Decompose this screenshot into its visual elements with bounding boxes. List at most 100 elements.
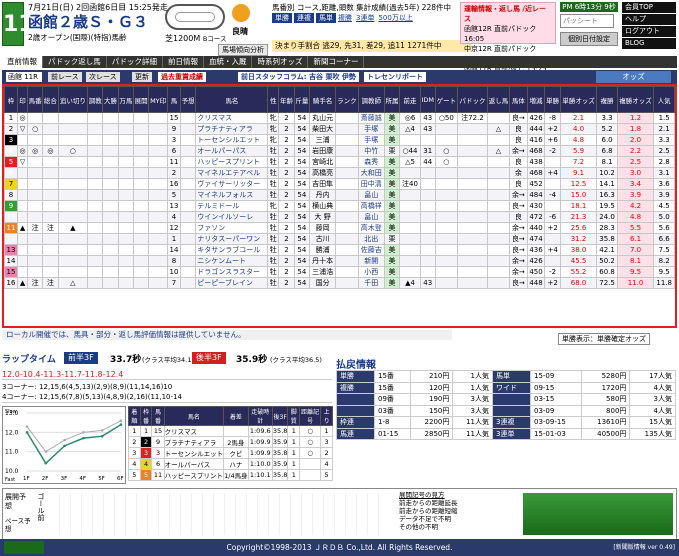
cell <box>419 233 436 245</box>
horse-name[interactable]: プラチナティアラ <box>195 123 269 135</box>
table-row[interactable]: 13 14 キタサンラブコール牡 2 54 勝浦 佐藤吉美良→ 436 +4 38.0 42.1 7.… <box>3 244 675 256</box>
horse-name[interactable]: ドラゴンスラスター <box>195 266 269 278</box>
refresh-button[interactable]: 更新 <box>132 72 152 82</box>
course-tag: Bコース <box>202 35 227 43</box>
series-point <box>82 436 85 440</box>
cell: 良→ <box>509 112 528 124</box>
prev-race-button[interactable]: 前レース <box>48 72 82 82</box>
col-header: 調教 <box>87 86 104 113</box>
side-menu: 会員TOP ヘルプ ログアウト BLOG <box>622 2 676 50</box>
horse-name[interactable]: トーセンシルエット <box>195 134 269 146</box>
cell <box>148 167 168 179</box>
menu-member-top[interactable]: 会員TOP <box>622 2 676 13</box>
table-row[interactable]: 15 10 ドラゴンスラスター牡 2 54 三浦浩 小西美余→ 450 -2 55.2 60.8 9.… <box>3 266 675 278</box>
tab-bloodline[interactable]: 血統・入厩 <box>204 56 253 68</box>
tag-tansho[interactable]: 単勝 <box>272 13 292 23</box>
table-row[interactable]: 2 ▽ ○ 9 プラチナティアラ牝 2 54 柴田大 手塚美 △4 43 △ 良 444 +2 4.0 5.2 1… <box>3 123 675 135</box>
table-row[interactable]: 9 13 テルミドール牝 2 54 横山典 高橋祥美 良→ 430 18.1 19.5 4.2 4.5 <box>3 200 675 212</box>
payout-row: 馬連 01-15 2850円 11人気 3連単 15-01-03 40500円 135人気 <box>336 427 676 440</box>
cell: ○ <box>434 145 459 157</box>
horse-name[interactable]: ファソン <box>195 222 269 234</box>
tab-paddock-detail[interactable]: パドック詳細 <box>107 56 163 68</box>
menu-blog[interactable]: BLOG <box>622 38 676 49</box>
table-row[interactable]: 4 ◎ ◎ ◎ ○ 6 オールパーパス牡 2 54 岩田康 中竹栗 ○44 31 ○ △ 余→ 468 -2 5.9… <box>3 145 675 157</box>
col-header: 単勝オッズ <box>559 86 598 113</box>
cell <box>434 255 459 267</box>
horse-name[interactable]: ニシケンムート <box>195 255 269 267</box>
horse-name[interactable]: オールパーパス <box>195 145 269 157</box>
live-info-title[interactable]: 運輸情報・返し馬 /近レース <box>464 4 552 24</box>
horse-name[interactable]: テルミドール <box>195 200 269 212</box>
tab-chokuzen[interactable]: 直前情報 <box>2 56 43 68</box>
staff-column-link[interactable]: 前日スタッフコラム: 吉谷 栗吹 伊勢 <box>238 72 359 82</box>
tag-umatan[interactable]: 馬単 <box>316 13 336 23</box>
cell <box>148 200 168 212</box>
menu-help[interactable]: ヘルプ <box>622 14 676 25</box>
date-setting-button[interactable]: 個別日付設定 <box>560 32 618 46</box>
live-info-line[interactable]: 函館12R 直前パドック 16:05 <box>464 24 552 44</box>
horse-name[interactable]: クリスマス <box>195 112 269 124</box>
cell: 美 <box>383 255 401 267</box>
table-row[interactable]: 11 ▲ 注注 ▲ 12 ファソン牡 2 54 藤岡 高木登美余→ 440 +2 25.6 28.3 5.5… <box>3 222 675 234</box>
tag-renpuku[interactable]: 連複 <box>294 13 314 23</box>
tag-fukusho[interactable]: 複勝 <box>338 13 352 23</box>
cell <box>335 222 359 234</box>
tab-newspaper[interactable]: 新聞コーナー <box>308 56 365 68</box>
cell <box>132 244 150 256</box>
cell <box>26 255 44 267</box>
results-cell: ○ <box>299 436 322 448</box>
version-text: [新聞版情報 ver 0.49] <box>613 544 675 551</box>
tab-time-odds[interactable]: 時系列オッズ <box>252 56 309 68</box>
cell: 13 <box>166 200 182 212</box>
horse-name[interactable]: マイネルフォルス <box>195 189 269 201</box>
tracen-report-link[interactable]: トレセンリポート <box>364 72 426 82</box>
table-row[interactable]: 12 1 ナリタスーパーワン牡 2 54 古川 北出栗 良→ 474 31.2 35.8 6.1 6.6 <box>3 233 675 245</box>
cell <box>17 167 28 179</box>
table-row[interactable]: 8 5 マイネルフォルス牡 2 54 丹内 畠山美余→ 484 -4 15.0 16.3 3.9 3.9 <box>3 189 675 201</box>
lap-chart: 13.0 12.0 11.0 10.0 Slow Fast 1F 2F 3F 4F 5F 6F <box>2 406 126 484</box>
horse-name[interactable]: ピーピーブレイン <box>195 277 269 289</box>
payout-cell: 11人気 <box>452 416 493 429</box>
horse-name[interactable]: ウインイルソーレ <box>195 211 269 223</box>
tab-paddock-return[interactable]: パドック返し馬 <box>43 56 107 68</box>
cell: -2 <box>544 145 561 157</box>
cell <box>148 189 168 201</box>
tab-previous-day[interactable]: 前日情報 <box>163 56 204 68</box>
cell <box>42 123 59 135</box>
cell: 468 <box>526 167 546 179</box>
table-row[interactable]: 6 2 マイネルエテアベル牡 2 54 高橋亮 大和田美余 468 +4 9.1 10.2 3.0 3.… <box>3 167 675 179</box>
tag-sanrentan[interactable]: 3連単 <box>356 13 374 23</box>
table-row[interactable]: 3 3 トーセンシルエット牝 2 54 三浦 手塚美 良 416 +6 4.8 6.0 2.0 3.3 <box>3 134 675 146</box>
cell <box>117 244 134 256</box>
next-race-button[interactable]: 次レース <box>86 72 120 82</box>
cell: 1 <box>166 233 182 245</box>
payout-cell: 03番 <box>373 404 412 417</box>
past-graded-link[interactable]: 過去重賞成績 <box>158 72 206 82</box>
cell: 12 <box>166 222 182 234</box>
horse-name[interactable]: キタサンラブコール <box>195 244 269 256</box>
horse-name[interactable]: マイネルエテアベル <box>195 167 269 179</box>
payout-row: 枠連 1-8 2200円 11人気 3連複 03-09-15 13610円 15人気 <box>336 416 676 429</box>
going-analysis-button[interactable]: 馬場傾向分析 <box>218 44 268 56</box>
search-input[interactable] <box>560 14 614 28</box>
tag-500[interactable]: 500万以上 <box>378 13 412 23</box>
cell: 54 <box>293 222 310 234</box>
cell: 美 <box>383 112 401 124</box>
table-row[interactable]: 16 ▲ 注注 △ 7 ピーピーブレイン牡 2 54 国分 千田美 ▲4 43 良→ 448 +2 68.0 7… <box>3 277 675 289</box>
table-row[interactable]: 5 ▽ 11 ハッピースプリント牡 2 54 宮崎北 森秀美 △5 44 ○ 良 438 7.2 8.1 2.… <box>3 156 675 168</box>
race-select[interactable]: 函館 11R <box>6 72 42 82</box>
horse-name[interactable]: ハッピースプリント <box>195 156 269 168</box>
cell: 牡 <box>267 189 280 201</box>
cell: 6 <box>166 145 182 157</box>
odds-button[interactable]: オッズ <box>596 71 671 83</box>
menu-logout[interactable]: ログアウト <box>622 26 676 37</box>
table-row[interactable]: 1 ◎ 15 クリスマス牝 2 54 丸山元 斎藤誠美 ◎6 43 ○50 注72.2 良→ 426 -8 2… <box>3 112 675 124</box>
table-row[interactable]: 10 4 ウインイルソーレ牡 2 54 大 野 畠山美 良 472 -6 21.3 24.0 4.8 5.… <box>3 211 675 223</box>
payout-row: 単勝 15番 210円 1人気 馬単 15-09 5280円 17人気 <box>336 370 676 383</box>
table-row[interactable]: 14 8 ニシケンムート牡 2 54 丹十本 新開美 余→ 426 45.5 50.2 8.1 8.2 <box>3 255 675 267</box>
cell: 岩田康 <box>308 145 337 157</box>
results-col-header: 着差 <box>223 406 249 426</box>
table-row[interactable]: 7 16 ヴァイサーリッター牡 2 54 吉田隼 田中清美注40 良 452 12.5 14.1 3.… <box>3 178 675 190</box>
horse-name[interactable]: ヴァイサーリッター <box>195 178 269 190</box>
horse-name[interactable]: ナリタスーパーワン <box>195 233 269 245</box>
